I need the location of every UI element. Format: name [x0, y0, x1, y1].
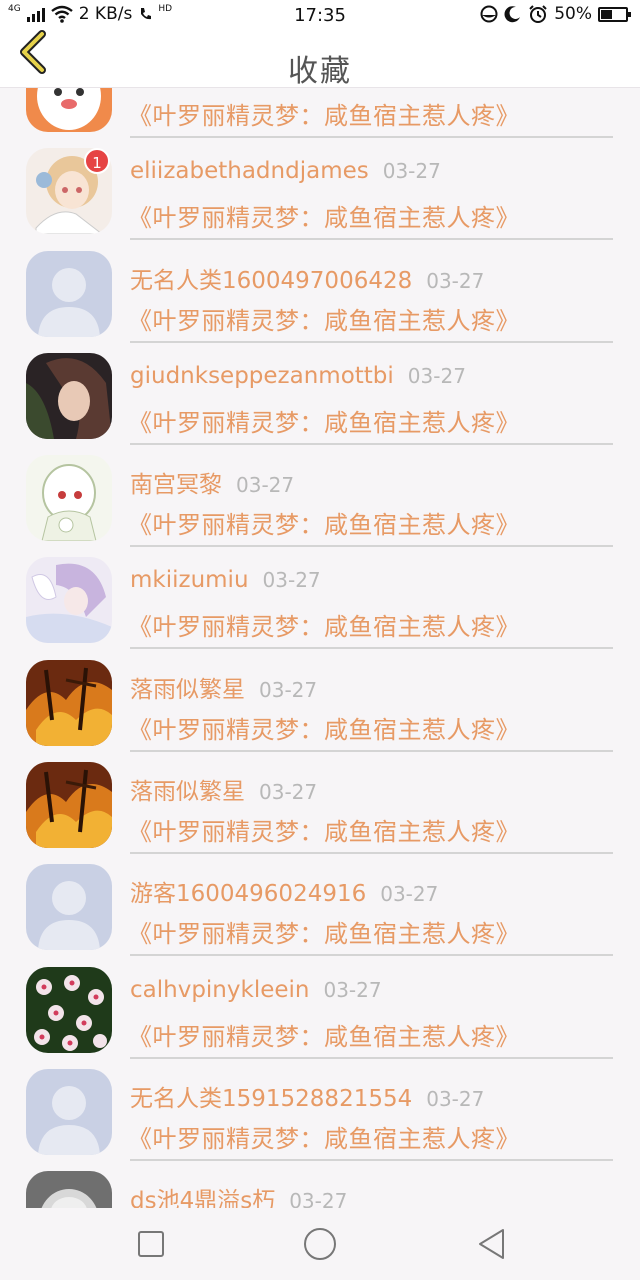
user-name[interactable]: 游客1600496024916 03-27	[130, 874, 438, 908]
favorite-item[interactable]: 《叶罗丽精灵梦：咸鱼宿主惹人疼》	[0, 88, 640, 138]
favorite-date: 03-27	[380, 882, 439, 907]
favorite-date: 03-27	[382, 159, 441, 184]
user-avatar[interactable]	[26, 1171, 112, 1208]
user-name-text: 南宫冥黎	[130, 472, 222, 499]
user-name-text: 落雨似繁星	[130, 676, 245, 703]
user-avatar[interactable]	[26, 659, 112, 746]
user-name[interactable]: giudnkseppezanmottbi 03-27	[130, 363, 466, 389]
status-right: 50%	[480, 4, 631, 24]
favorite-date: 03-27	[323, 977, 382, 1002]
favorite-date: 03-27	[289, 1189, 348, 1208]
avatar-image	[26, 659, 112, 746]
favorite-date: 03-27	[259, 780, 318, 805]
back-nav-icon[interactable]	[474, 1226, 510, 1262]
favorite-date: 03-27	[407, 363, 466, 388]
favorite-item[interactable]: 落雨似繁星 03-27 《叶罗丽精灵梦：咸鱼宿主惹人疼》	[0, 650, 640, 752]
user-name[interactable]: 落雨似繁星 03-27	[130, 670, 317, 704]
battery-icon	[598, 6, 631, 22]
book-title[interactable]: 《叶罗丽精灵梦：咸鱼宿主惹人疼》	[128, 1119, 520, 1154]
user-name-text: 游客1600496024916	[130, 881, 367, 908]
system-nav-bar	[0, 1208, 640, 1280]
book-title[interactable]: 《叶罗丽精灵梦：咸鱼宿主惹人疼》	[128, 198, 520, 233]
user-name[interactable]: eliizabethadndjames 03-27	[130, 158, 441, 184]
favorite-item[interactable]: 1 eliizabethadndjames 03-27 《叶罗丽精灵梦：咸鱼宿主惹人疼…	[0, 138, 640, 241]
moon-icon	[504, 6, 521, 23]
user-name[interactable]: 无名人类1591528821554 03-27	[130, 1079, 484, 1113]
book-title[interactable]: 《叶罗丽精灵梦：咸鱼宿主惹人疼》	[128, 301, 520, 336]
favorite-item[interactable]: giudnkseppezanmottbi 03-27 《叶罗丽精灵梦：咸鱼宿主惹人疼…	[0, 343, 640, 445]
favorite-item[interactable]: mkiizumiu 03-27 《叶罗丽精灵梦：咸鱼宿主惹人疼》	[0, 547, 640, 650]
user-name-text: 无名人类1591528821554	[130, 1085, 413, 1112]
avatar-image	[26, 250, 112, 337]
user-avatar[interactable]	[26, 1068, 112, 1155]
avatar-image	[26, 762, 112, 849]
user-name[interactable]: 南宫冥黎 03-27	[130, 465, 294, 499]
avatar-image	[26, 557, 112, 644]
favorite-item[interactable]: 游客1600496024916 03-27 《叶罗丽精灵梦：咸鱼宿主惹人疼》	[0, 854, 640, 957]
book-title[interactable]: 《叶罗丽精灵梦：咸鱼宿主惹人疼》	[128, 914, 520, 949]
favorite-date: 03-27	[426, 268, 485, 293]
user-name-text: giudnkseppezanmottbi	[130, 362, 394, 389]
user-avatar[interactable]	[26, 352, 112, 439]
user-avatar[interactable]	[26, 88, 112, 132]
book-title[interactable]: 《叶罗丽精灵梦：咸鱼宿主惹人疼》	[128, 812, 520, 847]
book-title[interactable]: 《叶罗丽精灵梦：咸鱼宿主惹人疼》	[128, 710, 520, 745]
page-header: 收藏	[0, 30, 640, 89]
eye-comfort-icon	[480, 5, 498, 23]
favorites-list[interactable]: 《叶罗丽精灵梦：咸鱼宿主惹人疼》 1 eliizabethadndjames 03-2…	[0, 88, 640, 1208]
user-name[interactable]: ds池4鼎溢s朽 03-27	[130, 1181, 347, 1208]
favorite-item[interactable]: calhvpinykleein 03-27 《叶罗丽精灵梦：咸鱼宿主惹人疼》	[0, 957, 640, 1059]
user-avatar[interactable]	[26, 250, 112, 337]
book-title[interactable]: 《叶罗丽精灵梦：咸鱼宿主惹人疼》	[128, 607, 520, 642]
user-name-text: eliizabethadndjames	[130, 158, 369, 185]
battery-percent: 50%	[554, 4, 592, 24]
book-title[interactable]: 《叶罗丽精灵梦：咸鱼宿主惹人疼》	[128, 403, 520, 438]
user-name-text: 无名人类1600497006428	[130, 267, 413, 294]
avatar-image	[26, 966, 112, 1053]
alarm-icon	[529, 5, 547, 23]
avatar-image	[26, 455, 112, 542]
avatar-image	[26, 1068, 112, 1155]
book-title[interactable]: 《叶罗丽精灵梦：咸鱼宿主惹人疼》	[128, 1017, 520, 1052]
user-name-text: calhvpinykleein	[130, 976, 310, 1003]
favorites-list-content: 《叶罗丽精灵梦：咸鱼宿主惹人疼》 1 eliizabethadndjames 03-2…	[0, 88, 640, 1208]
recent-apps-icon[interactable]	[133, 1226, 169, 1262]
home-icon[interactable]	[302, 1226, 338, 1262]
avatar-image	[26, 352, 112, 439]
user-name-text: 落雨似繁星	[130, 779, 245, 806]
user-avatar[interactable]	[26, 864, 112, 951]
status-bar: 4G 2 KB/s HD 17:35 50%	[0, 0, 640, 32]
favorite-date: 03-27	[426, 1086, 485, 1111]
user-name[interactable]: mkiizumiu 03-27	[130, 567, 321, 593]
book-title[interactable]: 《叶罗丽精灵梦：咸鱼宿主惹人疼》	[128, 96, 520, 131]
user-name[interactable]: calhvpinykleein 03-27	[130, 977, 382, 1003]
book-title[interactable]: 《叶罗丽精灵梦：咸鱼宿主惹人疼》	[128, 505, 520, 540]
favorite-item[interactable]: 无名人类1600497006428 03-27 《叶罗丽精灵梦：咸鱼宿主惹人疼》	[0, 241, 640, 343]
user-name-text: mkiizumiu	[130, 567, 249, 594]
favorite-item[interactable]: 无名人类1591528821554 03-27 《叶罗丽精灵梦：咸鱼宿主惹人疼》	[0, 1059, 640, 1161]
user-avatar[interactable]	[26, 557, 112, 644]
user-avatar[interactable]	[26, 455, 112, 542]
user-avatar[interactable]	[26, 762, 112, 849]
user-name[interactable]: 落雨似繁星 03-27	[130, 772, 317, 806]
favorite-date: 03-27	[259, 677, 318, 702]
avatar-image	[26, 864, 112, 951]
favorite-date: 03-27	[236, 473, 295, 498]
user-name-text: ds池4鼎溢s朽	[130, 1188, 276, 1208]
favorite-item[interactable]: ds池4鼎溢s朽 03-27	[0, 1161, 640, 1208]
user-avatar[interactable]	[26, 966, 112, 1053]
user-name[interactable]: 无名人类1600497006428 03-27	[130, 261, 484, 295]
avatar-image	[26, 1171, 112, 1208]
page-title: 收藏	[288, 54, 352, 89]
favorite-item[interactable]: 南宫冥黎 03-27 《叶罗丽精灵梦：咸鱼宿主惹人疼》	[0, 445, 640, 548]
favorite-item[interactable]: 落雨似繁星 03-27 《叶罗丽精灵梦：咸鱼宿主惹人疼》	[0, 752, 640, 855]
avatar-image	[26, 88, 112, 132]
favorite-date: 03-27	[262, 568, 321, 593]
